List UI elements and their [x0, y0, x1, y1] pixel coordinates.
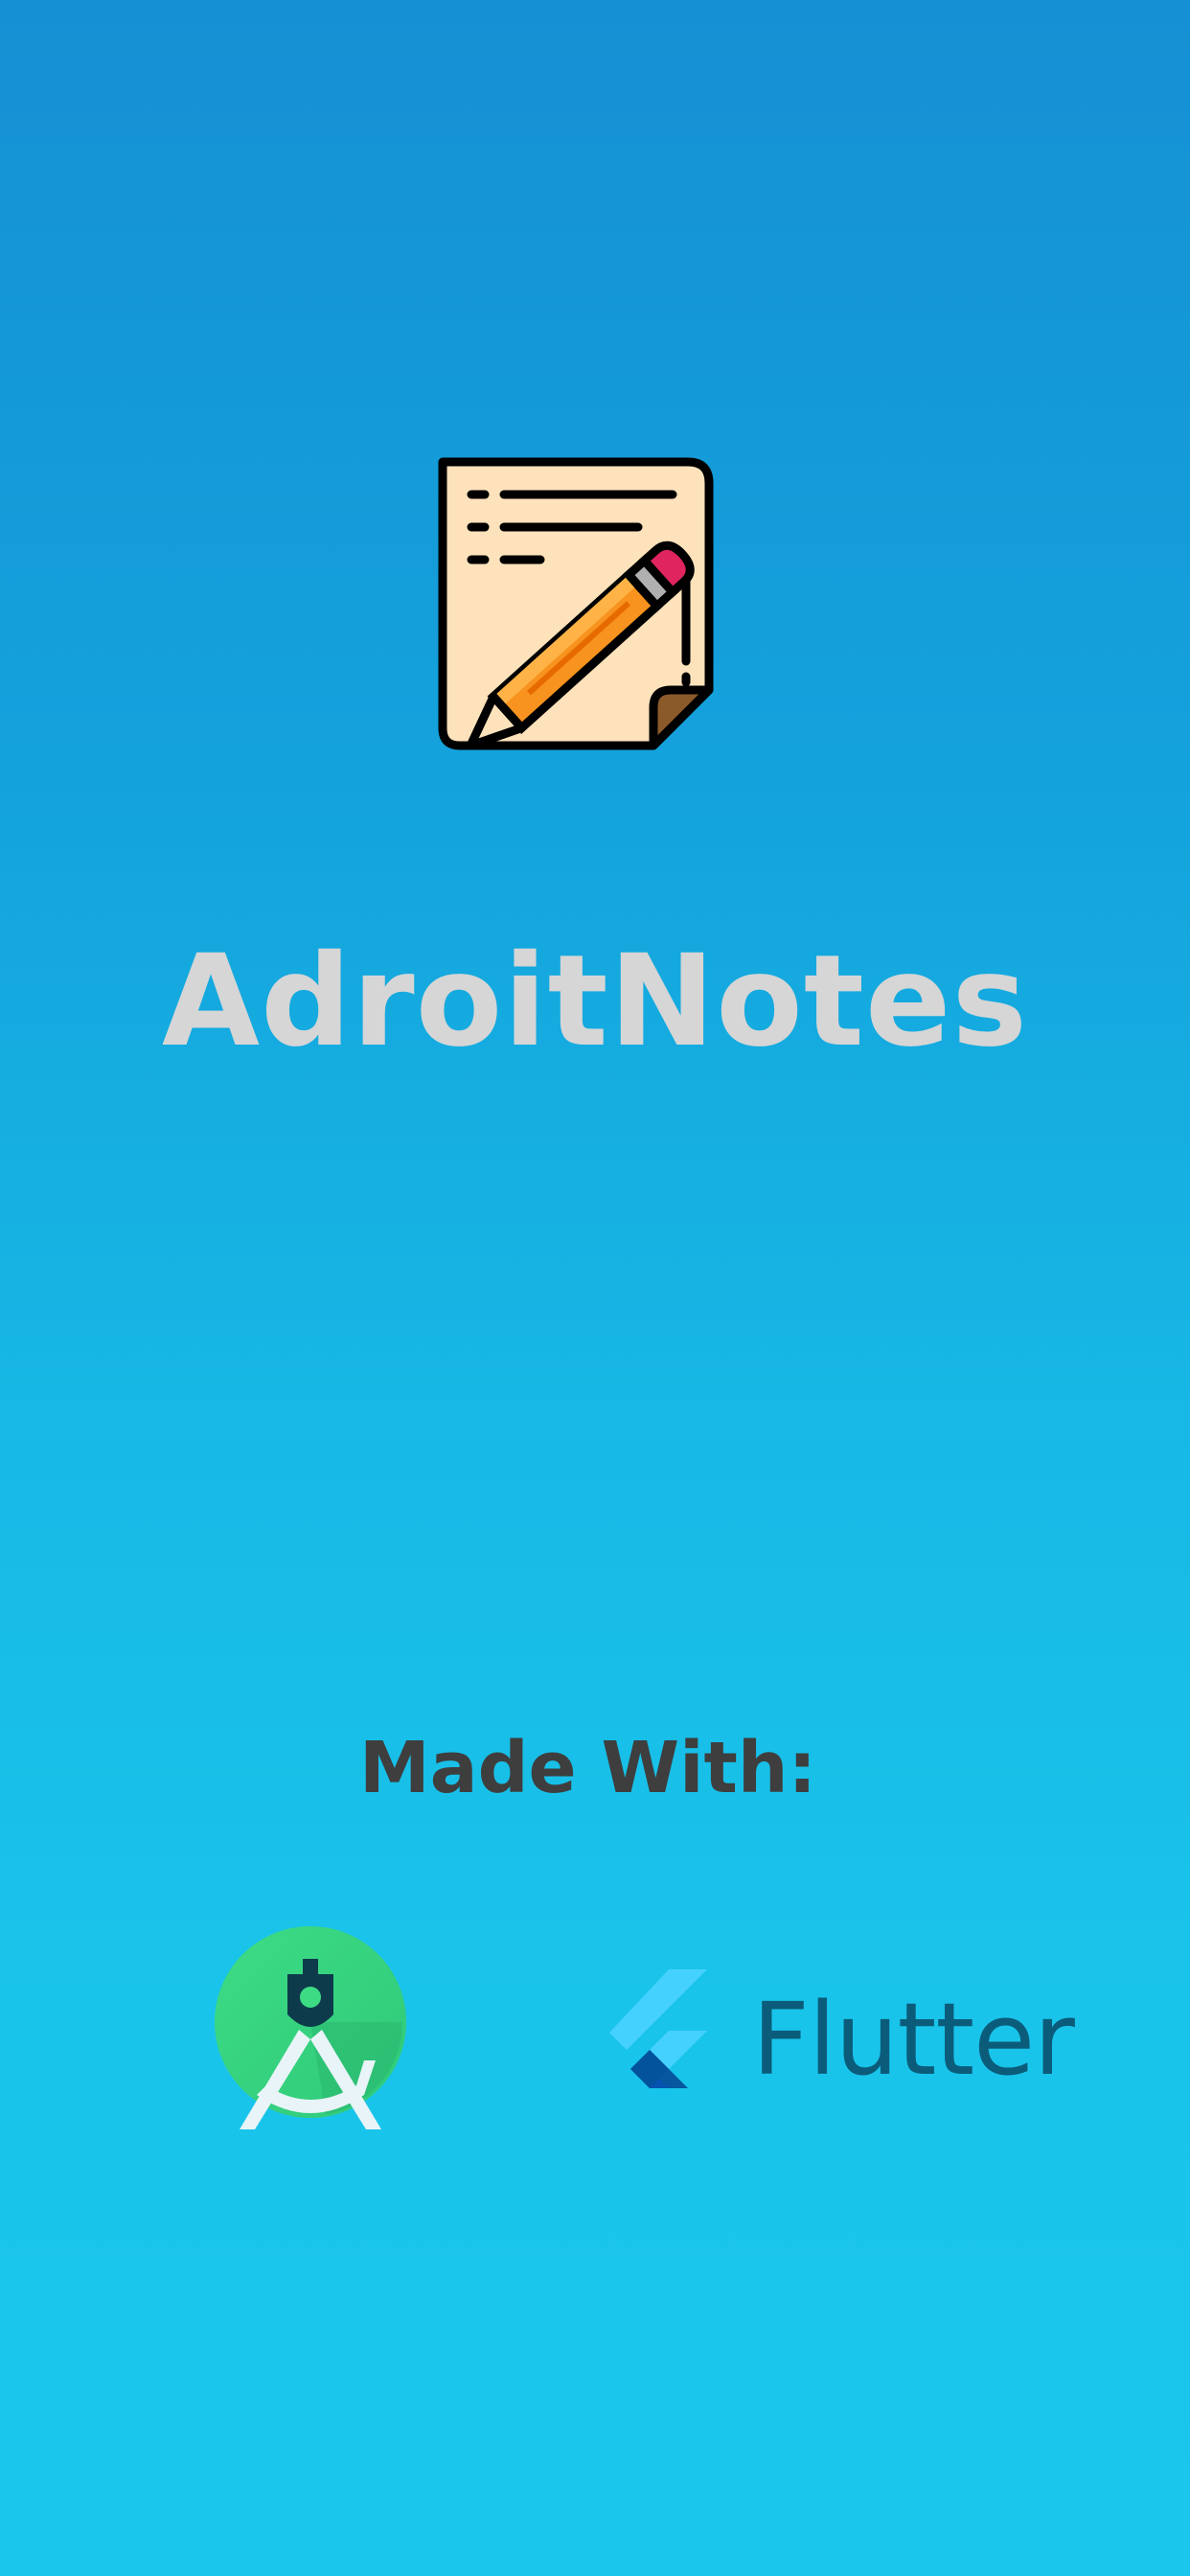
splash-background [0, 0, 1190, 2576]
app-title: AdroitNotes [161, 928, 1029, 1075]
notepad-pencil-icon [438, 457, 714, 750]
flutter-icon [609, 1969, 707, 2088]
made-with-label: Made With: [359, 1727, 817, 1809]
android-studio-icon [215, 1926, 406, 2129]
flutter-wordmark: Flutter [752, 1981, 1075, 2098]
